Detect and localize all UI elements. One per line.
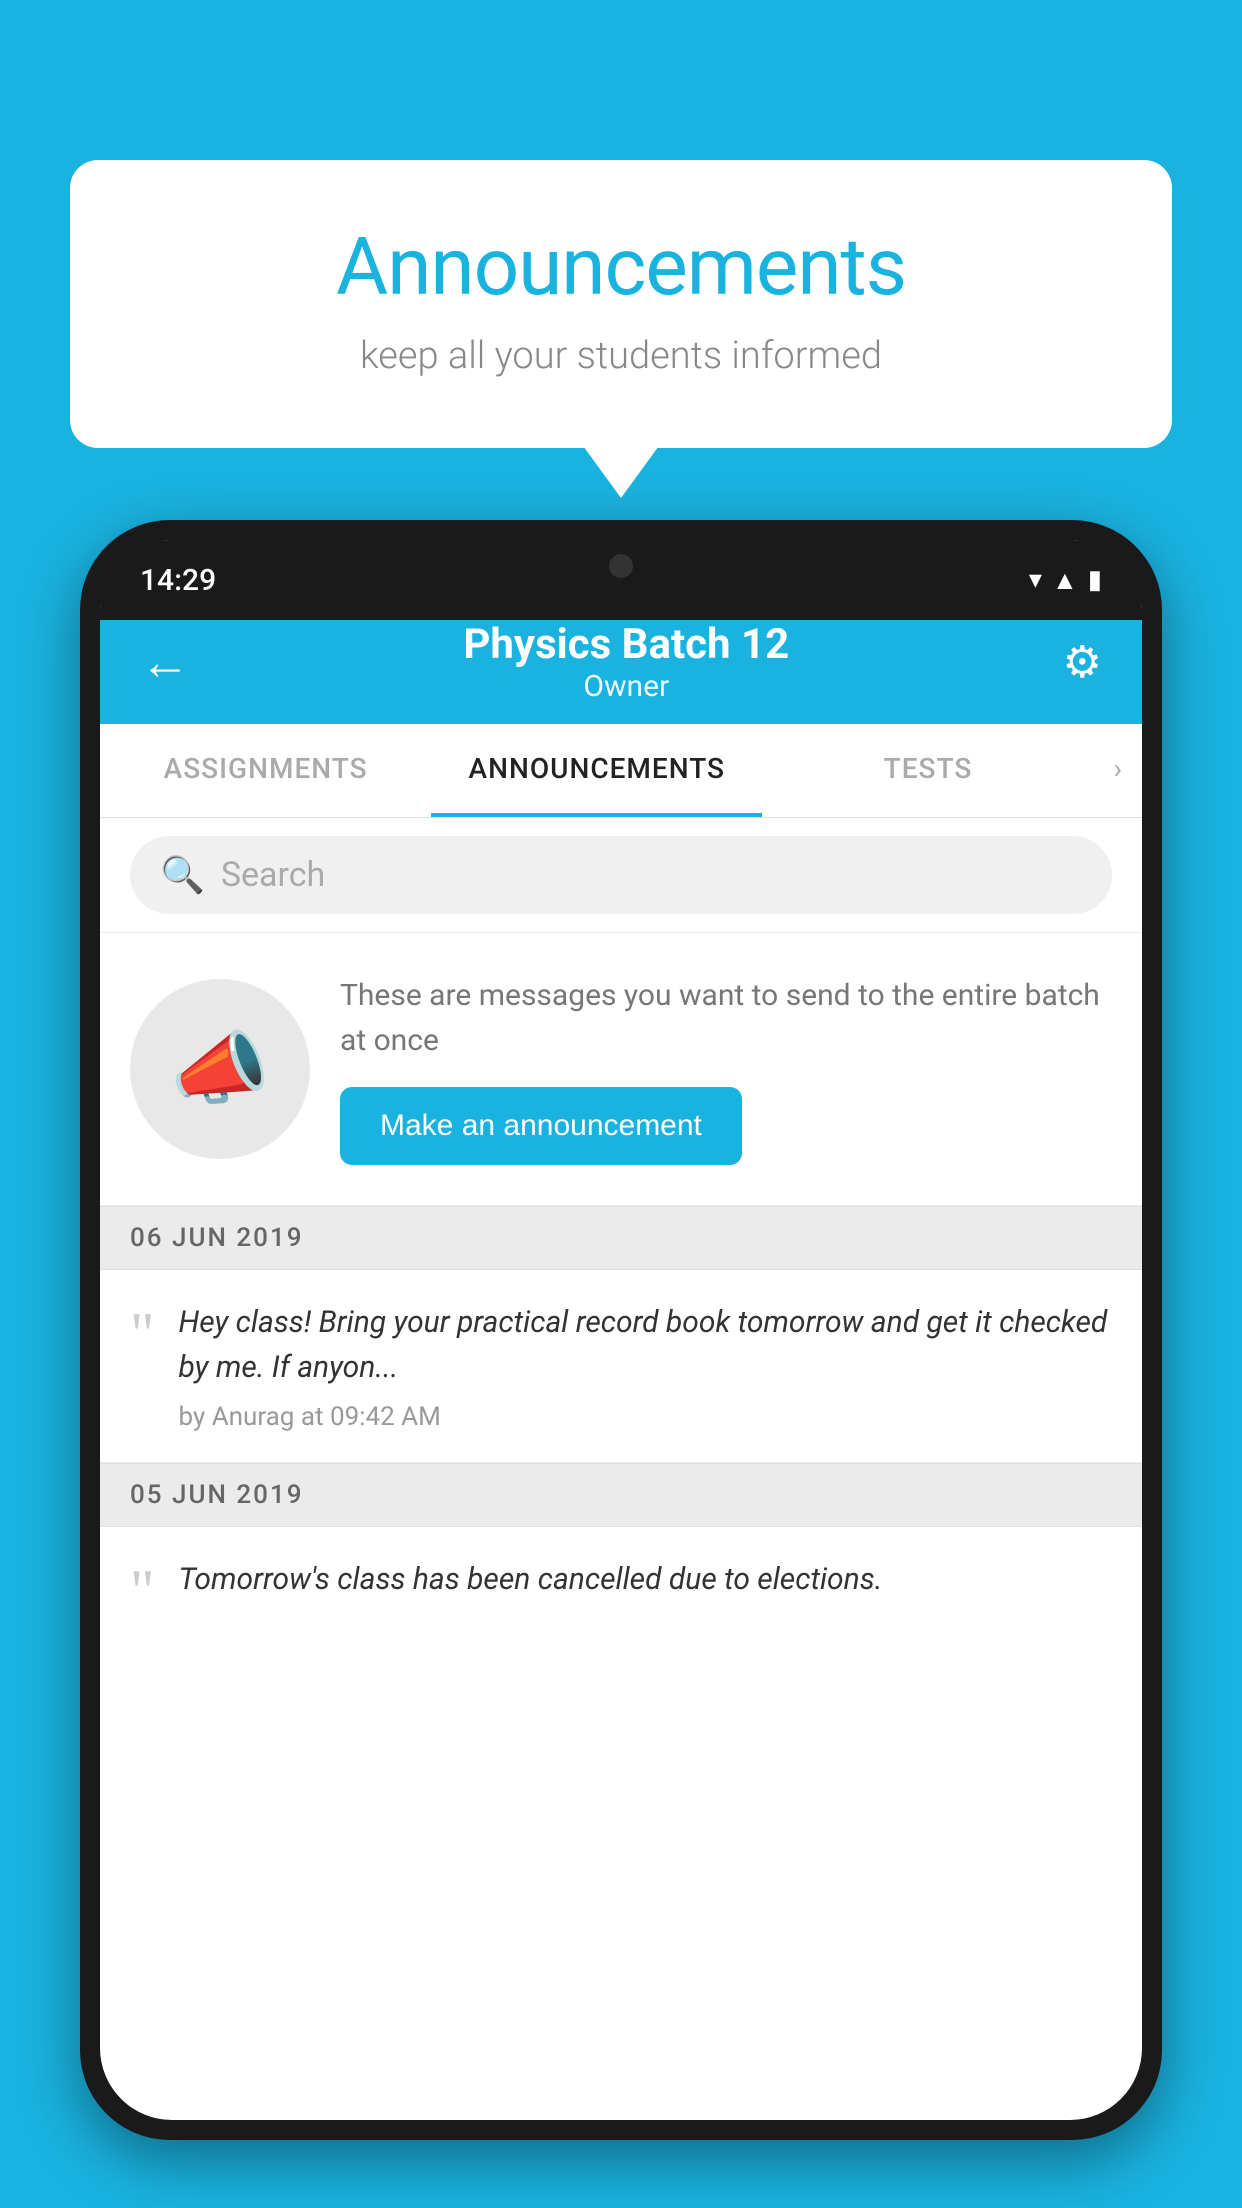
megaphone-icon: 📣 (170, 1022, 270, 1116)
announcement-content-2: Tomorrow's class has been cancelled due … (179, 1557, 883, 1614)
search-icon: 🔍 (160, 854, 205, 896)
tab-tests[interactable]: TESTS (762, 724, 1093, 817)
battery-icon: ▮ (1088, 565, 1102, 595)
status-bar: 14:29 ▾ ▲ ▮ (100, 540, 1142, 620)
tabs-bar: ASSIGNMENTS ANNOUNCEMENTS TESTS › (100, 724, 1142, 818)
content-area: 🔍 Search 📣 These are messages you want t… (100, 818, 1142, 1641)
camera-dot (609, 554, 633, 578)
announcement-meta-1: by Anurag at 09:42 AM (179, 1402, 1113, 1432)
search-bar-container: 🔍 Search (100, 818, 1142, 933)
announcement-item-1: " Hey class! Bring your practical record… (100, 1270, 1142, 1463)
date-separator-2: 05 JUN 2019 (100, 1463, 1142, 1527)
speech-bubble: Announcements keep all your students inf… (70, 160, 1172, 448)
speech-bubble-container: Announcements keep all your students inf… (70, 160, 1172, 448)
phone-screen: ← Physics Batch 12 Owner ⚙ ASSIGNMENTS A… (100, 540, 1142, 2120)
make-announcement-button[interactable]: Make an announcement (340, 1087, 742, 1165)
promo-content: These are messages you want to send to t… (340, 973, 1112, 1165)
app-bar-subtitle: Owner (463, 669, 789, 704)
speech-bubble-subtitle: keep all your students informed (150, 334, 1092, 378)
tab-more-icon[interactable]: › (1094, 724, 1142, 817)
announcement-content-1: Hey class! Bring your practical record b… (179, 1300, 1113, 1432)
announcement-text-2: Tomorrow's class has been cancelled due … (179, 1557, 883, 1602)
tab-assignments[interactable]: ASSIGNMENTS (100, 724, 431, 817)
quote-icon-2: " (130, 1561, 155, 1621)
promo-description: These are messages you want to send to t… (340, 973, 1112, 1063)
megaphone-icon-circle: 📣 (130, 979, 310, 1159)
phone-outer: 14:29 ▾ ▲ ▮ ← Physics Batch 12 Owner ⚙ (80, 520, 1162, 2140)
status-time: 14:29 (140, 563, 216, 598)
back-button[interactable]: ← (140, 633, 190, 692)
app-bar-title-group: Physics Batch 12 Owner (463, 620, 789, 704)
date-separator-1: 06 JUN 2019 (100, 1206, 1142, 1270)
quote-icon-1: " (130, 1304, 155, 1364)
announcement-text-1: Hey class! Bring your practical record b… (179, 1300, 1113, 1390)
promo-card: 📣 These are messages you want to send to… (100, 933, 1142, 1206)
signal-icon: ▲ (1052, 565, 1078, 596)
notch-bump (541, 540, 701, 590)
search-bar[interactable]: 🔍 Search (130, 836, 1112, 914)
tab-announcements[interactable]: ANNOUNCEMENTS (431, 724, 762, 817)
settings-icon[interactable]: ⚙ (1063, 636, 1102, 688)
status-icons: ▾ ▲ ▮ (1029, 565, 1102, 596)
app-bar-title: Physics Batch 12 (463, 620, 789, 669)
speech-bubble-title: Announcements (150, 220, 1092, 314)
phone-container: 14:29 ▾ ▲ ▮ ← Physics Batch 12 Owner ⚙ (80, 520, 1162, 2208)
wifi-icon: ▾ (1029, 565, 1042, 595)
announcement-item-2: " Tomorrow's class has been cancelled du… (100, 1527, 1142, 1641)
search-placeholder: Search (221, 855, 325, 895)
